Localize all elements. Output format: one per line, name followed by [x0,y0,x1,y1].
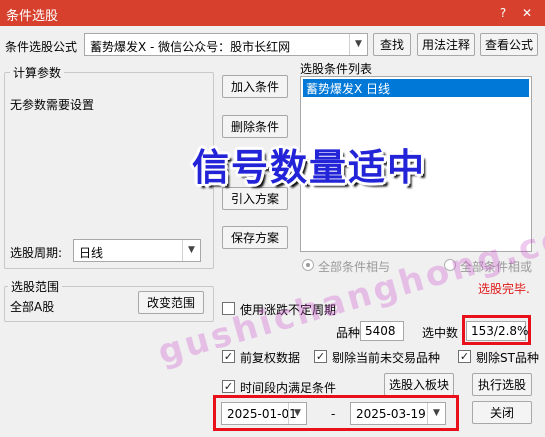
formula-select-value: 蓄势爆发X - 微信公众号：股市长红网 [90,40,291,54]
formula-label: 条件选股公式 [5,40,78,54]
count-field: 5408 [360,321,404,341]
change-scope-button[interactable]: 改变范围 [138,291,204,314]
scope-group-label: 选股范围 [8,278,63,295]
time-range-label: 时间段内满足条件 [240,381,337,395]
and-radio[interactable] [302,259,314,271]
params-note: 无参数需要设置 [10,98,95,112]
save-plan-button[interactable]: 保存方案 [222,226,288,249]
exclude-st-label: 剔除ST品种 [476,351,539,365]
help-icon[interactable]: ? [494,4,512,22]
formula-select[interactable]: 蓄势爆发X - 微信公众号：股市长红网 ▼ [84,33,368,56]
params-group-label: 计算参数 [10,64,65,81]
to-block-button[interactable]: 选股入板块 [384,373,454,396]
period-select[interactable]: 日线 ▼ [73,239,201,262]
period-select-value: 日线 [79,246,104,260]
view-formula-button[interactable]: 查看公式 [480,33,538,56]
exclude-st-checkbox[interactable]: ✓ [458,350,471,363]
chevron-down-icon[interactable]: ▼ [349,34,367,55]
title-bar: 条件选股 ? ✕ [0,0,545,26]
delete-condition-button[interactable]: 删除条件 [222,115,288,138]
exclude-untraded-checkbox[interactable]: ✓ [314,350,327,363]
selected-count-label: 选中数 [422,326,459,340]
add-condition-button[interactable]: 加入条件 [222,75,288,98]
status-text: 选股完毕. [478,282,530,296]
date-range-highlight [213,395,459,431]
exclude-untraded-label: 剔除当前未交易品种 [332,351,441,365]
close-icon[interactable]: ✕ [518,4,536,22]
window-title: 条件选股 [6,9,59,24]
selected-count-highlight [462,315,531,345]
scope-value: 全部A股 [10,300,55,314]
close-button[interactable]: 关闭 [472,401,532,424]
adjusted-data-label: 前复权数据 [240,351,301,365]
find-button[interactable]: 查找 [373,33,411,56]
run-screening-button[interactable]: 执行选股 [472,373,532,396]
list-item[interactable]: 蓄势爆发X 日线 [303,79,529,97]
time-range-checkbox[interactable]: ✓ [222,380,235,393]
condition-list-label: 选股条件列表 [300,62,373,76]
overlay-headline: 信号数量适中 [192,146,426,189]
period-label: 选股周期: [10,246,63,260]
usage-notes-button[interactable]: 用法注释 [417,33,475,56]
chevron-down-icon[interactable]: ▼ [182,240,200,261]
